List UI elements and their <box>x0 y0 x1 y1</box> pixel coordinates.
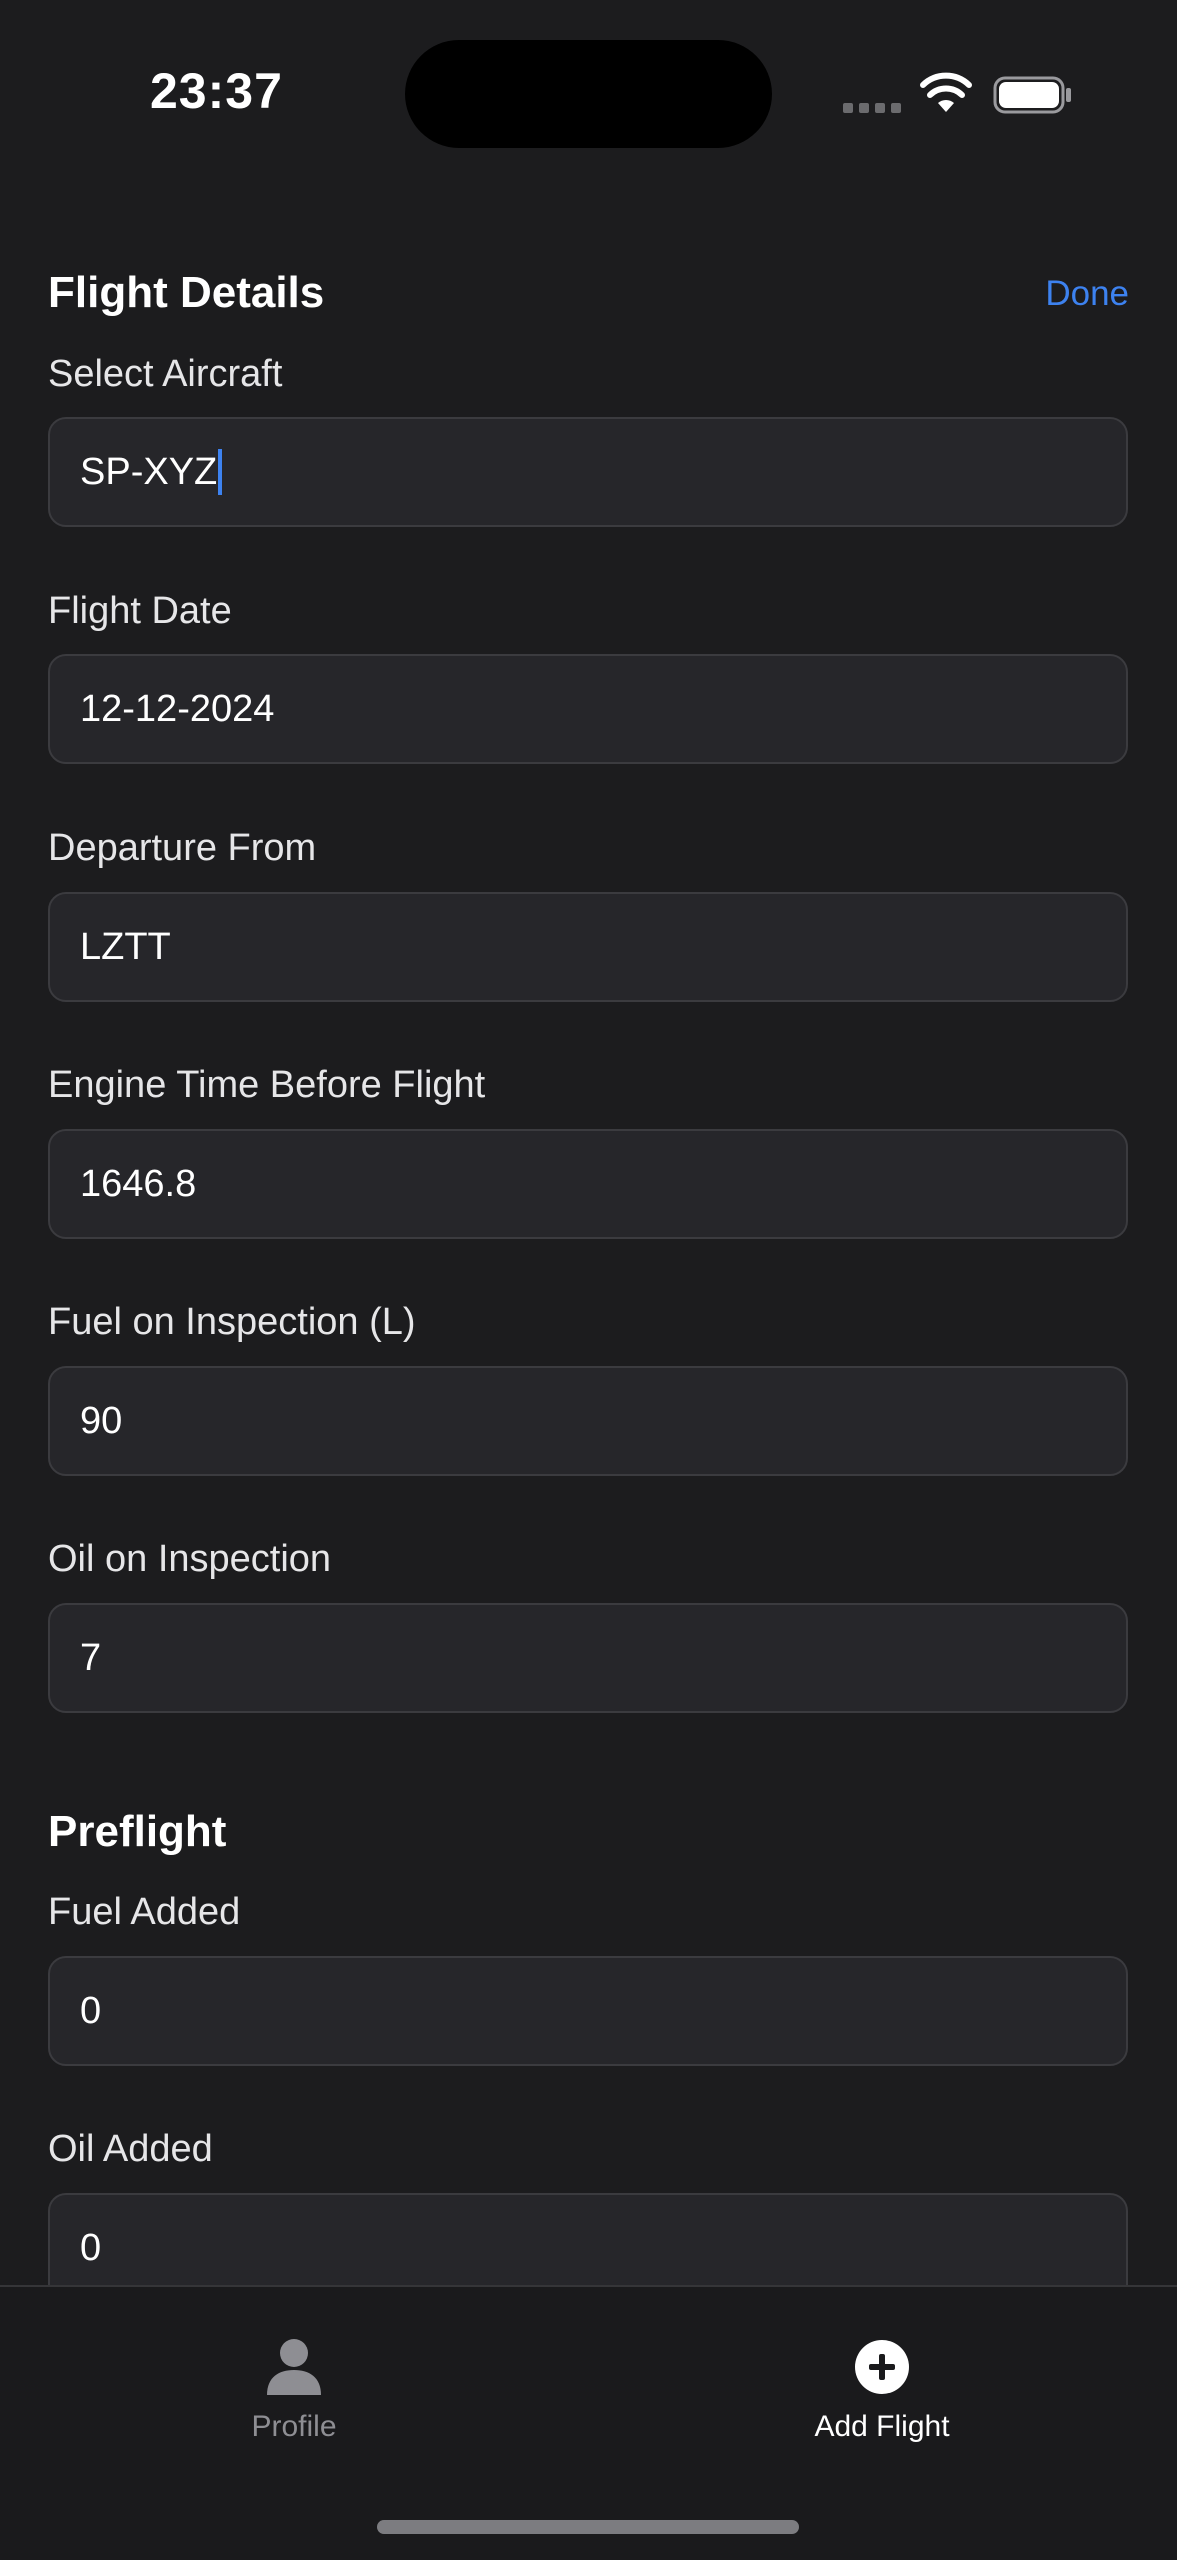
fuel-added-input[interactable]: 0 <box>48 1956 1128 2066</box>
tab-profile[interactable]: Profile <box>0 2287 588 2467</box>
text-cursor <box>218 449 223 495</box>
dynamic-island <box>405 40 772 148</box>
select-aircraft-label: Select Aircraft <box>48 353 283 395</box>
fuel-on-inspection-value: 90 <box>80 1399 123 1442</box>
engine-time-input[interactable]: 1646.8 <box>48 1129 1128 1239</box>
person-icon <box>267 2339 321 2395</box>
oil-added-label: Oil Added <box>48 2128 213 2170</box>
cellular-signal-icon <box>843 103 901 113</box>
select-aircraft-input[interactable]: SP-XYZ <box>48 417 1128 527</box>
engine-time-value: 1646.8 <box>80 1162 197 1205</box>
flight-date-label: Flight Date <box>48 590 232 632</box>
departure-from-input[interactable]: LZTT <box>48 892 1128 1002</box>
status-bar: 23:37 <box>0 0 1177 190</box>
plus-circle-icon <box>855 2340 909 2394</box>
oil-on-inspection-input[interactable]: 7 <box>48 1603 1128 1713</box>
fuel-added-value: 0 <box>80 1989 102 2032</box>
section-title-preflight: Preflight <box>48 1807 227 1856</box>
oil-added-value: 0 <box>80 2226 102 2269</box>
departure-from-label: Departure From <box>48 827 317 869</box>
oil-on-inspection-value: 7 <box>80 1636 102 1679</box>
status-time: 23:37 <box>150 63 283 119</box>
oil-on-inspection-label: Oil on Inspection <box>48 1538 332 1580</box>
engine-time-label: Engine Time Before Flight <box>48 1064 486 1106</box>
home-indicator <box>377 2520 799 2534</box>
fuel-on-inspection-input[interactable]: 90 <box>48 1366 1128 1476</box>
fuel-added-label: Fuel Added <box>48 1891 241 1933</box>
fuel-on-inspection-label: Fuel on Inspection (L) <box>48 1301 416 1343</box>
done-button[interactable]: Done <box>1045 274 1129 314</box>
departure-from-value: LZTT <box>80 925 171 968</box>
tab-add-flight[interactable]: Add Flight <box>588 2287 1176 2467</box>
battery-icon <box>993 76 1071 114</box>
section-title-flight-details: Flight Details <box>48 268 325 317</box>
wifi-icon <box>920 72 972 112</box>
tab-bar: Profile Add Flight <box>0 2285 1177 2560</box>
flight-date-input[interactable]: 12-12-2024 <box>48 654 1128 764</box>
tab-profile-label: Profile <box>251 2410 337 2443</box>
flight-date-value: 12-12-2024 <box>80 687 275 730</box>
tab-add-flight-label: Add Flight <box>814 2410 950 2443</box>
select-aircraft-value: SP-XYZ <box>80 450 218 493</box>
